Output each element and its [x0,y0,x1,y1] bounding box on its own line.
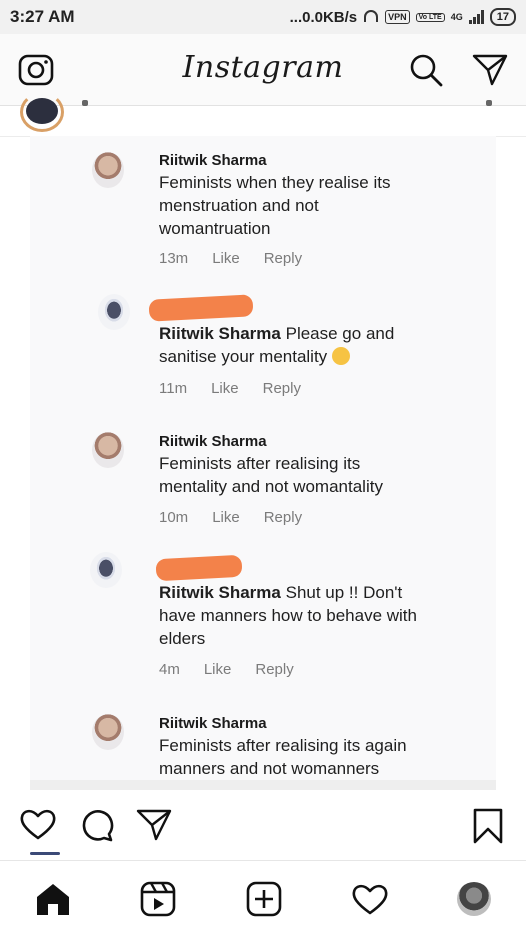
comment-time: 11m [159,380,188,397]
mention: Riitwik Sharma [159,583,281,602]
comment-icon[interactable] [78,808,114,842]
reply-link: Reply [263,509,303,526]
home-icon[interactable] [35,882,71,916]
network-speed: ...0.0KB/s [289,8,358,26]
like-link: Like [203,661,232,678]
status-indicators: ...0.0KB/s VPN Vo LTE 4G 17 [290,8,516,26]
comment-time: 4m [159,661,180,678]
comment-time: 13m [159,250,189,267]
comment-meta: 4m Like Reply [159,661,294,678]
comment-text: Feminists after realising its again mann… [159,736,407,778]
post-actions-bar [0,790,526,861]
redacted-name [155,554,243,582]
network-type: 4G [450,12,463,22]
app-header: Instagram [0,34,526,106]
bookmark-icon[interactable] [472,808,504,844]
profile-avatar[interactable] [457,881,492,916]
comment-text: Riitwik Sharma Shut up !! Don't have man… [159,581,439,650]
volte-badge: Vo LTE [415,12,445,22]
more-options-icon[interactable] [486,100,492,106]
comment-text: Feminists after realising its mentality … [159,454,383,496]
comment-text: Feminists when they realise its menstrua… [159,173,391,238]
commenter-avatar [92,714,124,750]
heart-icon[interactable] [20,808,56,840]
clock: 3:27 AM [10,7,75,26]
comment-author: Riitwik Sharma [159,152,267,169]
smile-emoji-icon [331,347,350,365]
share-icon[interactable] [136,808,172,842]
commenter-avatar [98,294,130,330]
camera-icon[interactable] [18,53,54,87]
image-edge [30,780,496,790]
post-header [0,92,526,137]
post-author-name-fragment [82,100,88,106]
headphone-icon [363,10,379,24]
post-author-avatar[interactable] [26,98,58,124]
reels-icon[interactable] [140,881,176,917]
like-link: Like [211,380,239,397]
commenter-avatar [92,432,124,468]
mention: Riitwik Sharma [159,324,281,343]
like-link: Like [212,250,240,267]
activity-icon[interactable] [352,883,388,915]
comment-time: 10m [159,509,189,526]
reply-link: Reply [262,380,301,397]
status-bar: 3:27 AM ...0.0KB/s VPN Vo LTE 4G 17 [0,0,526,34]
comment-meta: 10m Like Reply [159,509,302,526]
comment-meta: 11m Like Reply [159,380,301,397]
like-link: Like [212,509,240,526]
comment-meta: 13m Like Reply [159,250,302,267]
commenter-avatar [92,152,124,188]
redacted-name [148,294,254,322]
commenter-avatar [90,552,122,588]
reply-link: Reply [255,661,294,678]
reply-link: Reply [263,250,303,267]
comment-author: Riitwik Sharma [159,715,267,732]
search-icon[interactable] [408,52,444,88]
signal-icon [468,10,484,24]
comment-author: Riitwik Sharma [159,433,267,450]
post-image: Riitwik Sharma Feminists when they reali… [30,136,496,790]
bottom-navigation [0,862,526,935]
new-post-icon[interactable] [246,881,282,917]
battery-indicator: 17 [489,8,516,26]
carousel-indicator [30,852,60,855]
comment-text: Riitwik Sharma Please go and sanitise yo… [159,322,409,368]
vpn-badge: VPN [385,10,410,24]
direct-message-icon[interactable] [472,53,508,87]
